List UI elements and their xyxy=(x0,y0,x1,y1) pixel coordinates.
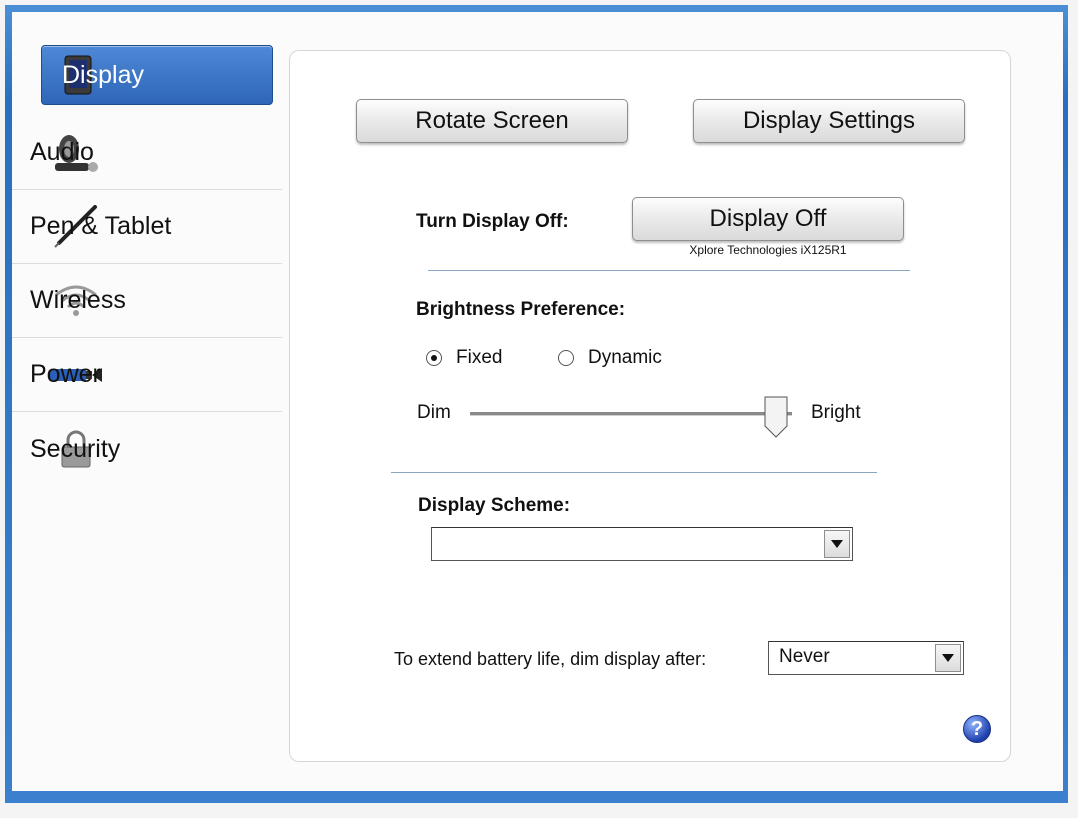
display-off-button[interactable]: Display Off xyxy=(632,197,904,241)
sidebar-item-display[interactable]: Display xyxy=(41,45,273,105)
dynamic-label: Dynamic xyxy=(588,347,662,368)
sidebar: Display Audio Pen & Tablet Wireless Powe… xyxy=(12,12,282,791)
dim-after-select[interactable]: Never xyxy=(768,641,964,675)
display-scheme-select[interactable] xyxy=(431,527,853,561)
sidebar-item-security[interactable]: Security xyxy=(12,412,282,486)
sidebar-item-pen-tablet[interactable]: Pen & Tablet xyxy=(12,190,282,264)
help-icon[interactable]: ? xyxy=(963,715,991,743)
dim-label: Dim xyxy=(417,402,451,423)
sidebar-item-label: Display xyxy=(62,60,144,89)
display-scheme-label: Display Scheme: xyxy=(418,495,571,516)
dim-after-value: Never xyxy=(779,646,830,667)
bright-label: Bright xyxy=(811,402,861,423)
chevron-down-icon[interactable] xyxy=(824,530,850,558)
dynamic-radio[interactable] xyxy=(558,350,574,366)
fixed-label: Fixed xyxy=(456,347,503,368)
chevron-down-icon[interactable] xyxy=(935,644,961,672)
sidebar-item-label: Security xyxy=(30,434,121,463)
fixed-radio[interactable] xyxy=(426,350,442,366)
sidebar-item-label: Power xyxy=(30,360,101,388)
sidebar-item-label: Pen & Tablet xyxy=(30,212,172,240)
display-settings-panel: Rotate Screen Display Settings Turn Disp… xyxy=(289,50,1011,762)
client-area: Display Audio Pen & Tablet Wireless Powe… xyxy=(12,12,1063,791)
brightness-slider-track[interactable] xyxy=(470,412,792,416)
window-frame: Display Audio Pen & Tablet Wireless Powe… xyxy=(5,5,1068,803)
sidebar-item-label: Audio xyxy=(30,138,94,166)
dim-after-label: To extend battery life, dim display afte… xyxy=(394,649,707,669)
brightness-slider-thumb[interactable] xyxy=(764,396,788,438)
brightness-preference-label: Brightness Preference: xyxy=(416,299,626,320)
divider xyxy=(391,472,877,473)
turn-display-off-label: Turn Display Off: xyxy=(416,211,569,232)
divider xyxy=(428,270,910,271)
device-caption: Xplore Technologies iX125R1 xyxy=(689,243,847,257)
sidebar-item-wireless[interactable]: Wireless xyxy=(12,264,282,338)
display-settings-button[interactable]: Display Settings xyxy=(693,99,965,143)
sidebar-item-power[interactable]: Power xyxy=(12,338,282,412)
sidebar-item-label: Wireless xyxy=(30,286,126,314)
rotate-screen-button[interactable]: Rotate Screen xyxy=(356,99,628,143)
sidebar-item-audio[interactable]: Audio xyxy=(12,116,282,190)
